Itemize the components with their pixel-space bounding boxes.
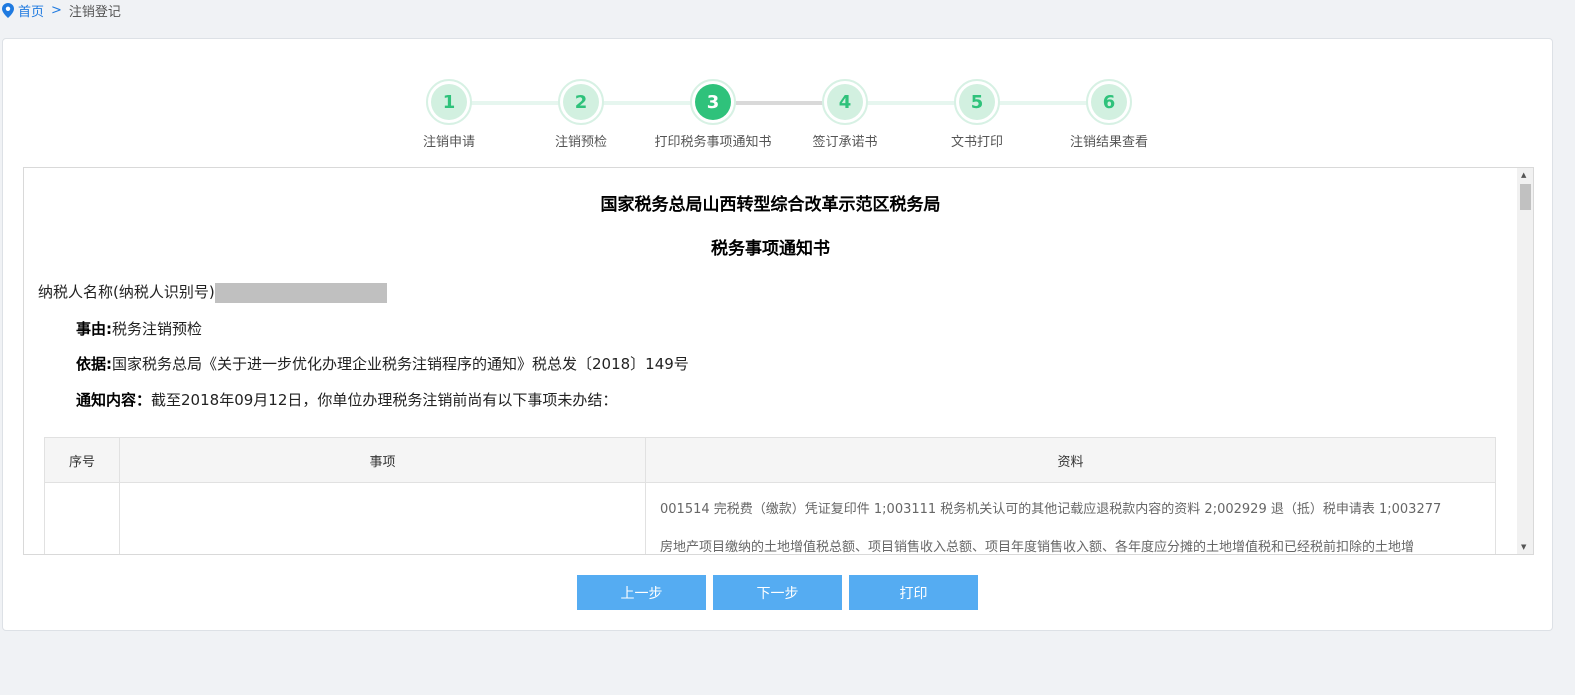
step-label: 打印税务事项通知书 xyxy=(654,135,772,150)
table-row: 001514 完税费（缴款）凭证复印件 1;003111 税务机关认可的其他记载… xyxy=(44,482,1496,555)
step-circle: 2 xyxy=(558,79,604,125)
step-label: 注销结果查看 xyxy=(1069,135,1148,150)
main-card: 1 注销申请 2 注销预检 3 打印税务事项通知书 4 签订承诺书 5 文书打印 6 注销结果查看 国… xyxy=(2,38,1553,631)
step-circle: 5 xyxy=(954,79,1000,125)
step-number: 5 xyxy=(959,84,995,120)
document-subtitle: 税务事项通知书 xyxy=(711,239,830,259)
step-2: 2 注销预检 xyxy=(511,79,651,150)
content-line: 通知内容：截至2018年09月12日，你单位办理税务注销前尚有以下事项未办结： xyxy=(76,389,617,410)
redacted-taxpayer-id xyxy=(214,282,387,303)
taxpayer-label: 纳税人名称(纳税人识别号) xyxy=(38,283,215,301)
step-circle: 4 xyxy=(822,79,868,125)
step-number: 1 xyxy=(431,84,467,120)
header-no: 序号 xyxy=(44,437,120,483)
step-3: 3 打印税务事项通知书 xyxy=(643,79,783,150)
notice-document: 国家税务总局山西转型综合改革示范区税务局 税务事项通知书 纳税人名称(纳税人识别… xyxy=(23,167,1534,555)
cell-no xyxy=(44,482,120,554)
step-label: 注销预检 xyxy=(554,135,607,150)
cell-item xyxy=(119,482,646,554)
step-5: 5 文书打印 xyxy=(907,79,1047,150)
step-label: 文书打印 xyxy=(950,135,1003,150)
step-1: 1 注销申请 xyxy=(379,79,519,150)
table-header-row: 序号 事项 资料 xyxy=(44,437,1496,483)
content-label: 通知内容： xyxy=(76,391,152,409)
header-material: 资料 xyxy=(645,437,1496,483)
next-step-button[interactable]: 下一步 xyxy=(713,575,842,610)
header-item: 事项 xyxy=(119,437,646,483)
content-value: 截至2018年09月12日，你单位办理税务注销前尚有以下事项未办结： xyxy=(151,391,618,409)
document-scrollbar[interactable]: ▲ ▼ xyxy=(1517,168,1533,554)
material-line: 001514 完税费（缴款）凭证复印件 1;003111 税务机关认可的其他记载… xyxy=(660,502,1442,517)
cell-material: 001514 完税费（缴款）凭证复印件 1;003111 税务机关认可的其他记载… xyxy=(645,482,1496,555)
reason-label: 事由: xyxy=(76,320,112,338)
basis-label: 依据: xyxy=(76,355,112,373)
basis-line: 依据:国家税务总局《关于进一步优化办理企业税务注销程序的通知》税总发〔2018〕… xyxy=(76,353,689,374)
breadcrumb-separator: > xyxy=(51,3,62,18)
step-label: 签订承诺书 xyxy=(812,135,878,150)
step-number: 3 xyxy=(695,84,731,120)
prev-step-button[interactable]: 上一步 xyxy=(577,575,706,610)
print-button[interactable]: 打印 xyxy=(849,575,978,610)
breadcrumb: 首页 > 注销登记 xyxy=(2,1,121,20)
step-6: 6 注销结果查看 xyxy=(1039,79,1179,150)
action-buttons: 上一步 下一步 打印 xyxy=(577,575,978,610)
scroll-down-arrow-icon[interactable]: ▼ xyxy=(1521,543,1526,551)
step-circle: 6 xyxy=(1086,79,1132,125)
breadcrumb-current: 注销登记 xyxy=(68,5,121,20)
step-number: 2 xyxy=(563,84,599,120)
step-number: 6 xyxy=(1091,84,1127,120)
step-label: 注销申请 xyxy=(422,135,475,150)
scrollbar-thumb[interactable] xyxy=(1520,184,1531,210)
taxpayer-line: 纳税人名称(纳税人识别号) xyxy=(38,281,387,303)
location-pin-icon xyxy=(2,3,14,18)
step-number: 4 xyxy=(827,84,863,120)
step-circle: 1 xyxy=(426,79,472,125)
breadcrumb-home-link[interactable]: 首页 xyxy=(18,1,44,20)
basis-value: 国家税务总局《关于进一步优化办理企业税务注销程序的通知》税总发〔2018〕149… xyxy=(112,355,689,373)
step-circle: 3 xyxy=(690,79,736,125)
pending-items-table: 序号 事项 资料 001514 完税费（缴款）凭证复印件 1;003111 税务… xyxy=(44,437,1496,555)
document-title: 国家税务总局山西转型综合改革示范区税务局 xyxy=(600,195,941,215)
material-line: 房地产项目缴纳的土地增值税总额、项目销售收入总额、项目年度销售收入额、各年度应分… xyxy=(660,540,1415,555)
reason-value: 税务注销预检 xyxy=(112,320,203,338)
reason-line: 事由:税务注销预检 xyxy=(76,318,202,339)
scroll-up-arrow-icon[interactable]: ▲ xyxy=(1521,171,1526,179)
step-4: 4 签订承诺书 xyxy=(775,79,915,150)
